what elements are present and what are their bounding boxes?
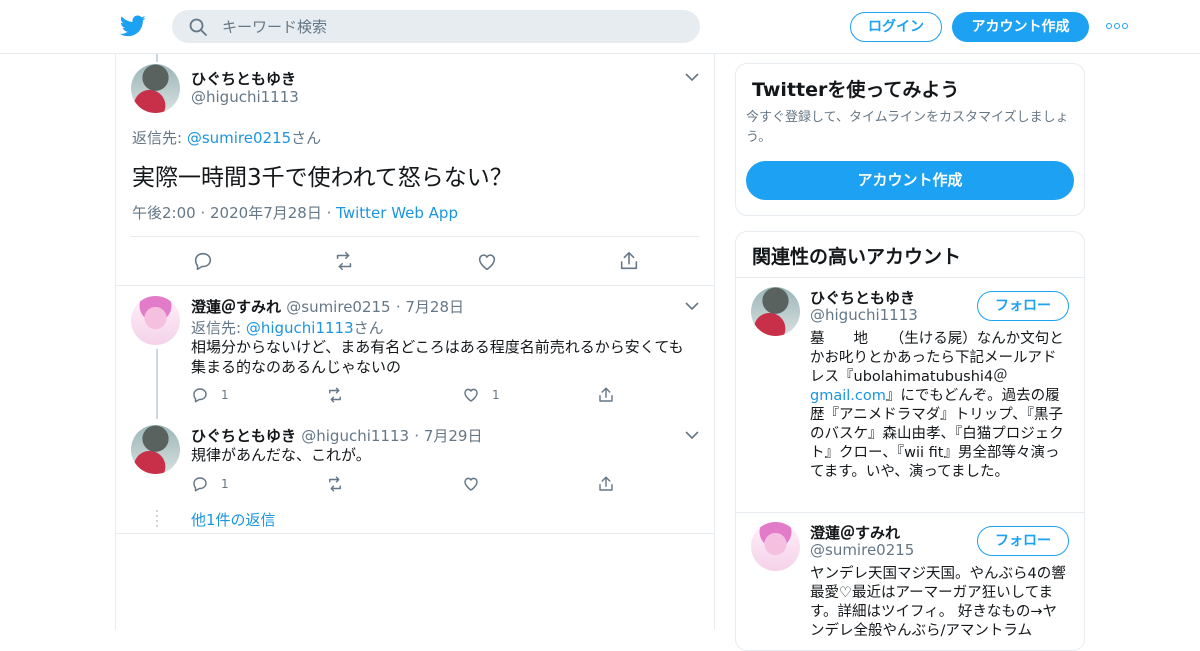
share-icon (599, 387, 613, 402)
reply-name[interactable]: ひぐちともゆき (191, 427, 296, 445)
related-accounts-title: 関連性の高いアカウント (752, 246, 962, 268)
thread-line (156, 349, 158, 419)
divider (736, 512, 1084, 513)
reply-text: 相場分からないけど、まあ有名どころはある程度名前売れるから安くても集まる的なのあ… (191, 338, 684, 376)
retweet-action[interactable] (326, 386, 356, 404)
author-name[interactable]: ひぐちともゆき (191, 68, 296, 89)
share-action[interactable] (597, 386, 627, 404)
conversation-column: ひぐちともゆき @higuchi1113 返信先: @sumire0215さん … (115, 54, 715, 630)
tweet-meta: 午後2:00 · 2020年7月28日 · Twitter Web App (132, 202, 458, 223)
signup-card-button[interactable]: アカウント作成 (746, 161, 1074, 200)
reply-icon (193, 388, 207, 403)
meta-dot: · (326, 204, 337, 222)
tweet-source[interactable]: Twitter Web App (336, 204, 458, 222)
reply-icon[interactable] (192, 250, 214, 272)
reply-to-line: 返信先: @sumire0215さん (132, 127, 321, 148)
signup-card: Twitterを使ってみよう 今すぐ登録して、タイムラインをカスタマイズしましょ… (735, 63, 1085, 216)
more-replies-link[interactable]: 他1件の返信 (191, 509, 276, 530)
reply-author-name[interactable]: 澄蓮＠すみれ @sumire0215 · 7月28日 (191, 296, 464, 317)
tweet-date[interactable]: 2020年7月28日 (210, 204, 322, 222)
share-icon (599, 476, 613, 491)
like-icon (464, 388, 478, 402)
account-name[interactable]: ひぐちともゆき (810, 287, 915, 308)
like-count: 1 (492, 388, 500, 402)
reply-count: 1 (221, 388, 229, 402)
account-name[interactable]: 澄蓮＠すみれ (810, 522, 900, 543)
avatar[interactable] (751, 522, 800, 571)
retweet-icon (329, 387, 341, 403)
reply-to-link[interactable]: @higuchi1113 (246, 319, 354, 337)
meta-dot: · (414, 427, 424, 445)
search-icon (189, 18, 207, 36)
search-input[interactable] (222, 10, 682, 43)
reply-text: 規律があんだな、これが。 (191, 446, 371, 464)
reply-handle[interactable]: @sumire0215 (286, 298, 390, 316)
signup-button[interactable]: アカウント作成 (952, 12, 1089, 42)
like-icon[interactable] (476, 251, 498, 273)
related-accounts-card: 関連性の高いアカウント ひぐちともゆき @higuchi1113 フォロー 墓 … (735, 231, 1085, 651)
more-options-icon[interactable] (1106, 22, 1130, 32)
divider (116, 533, 714, 534)
tweet-time[interactable]: 午後2:00 (132, 204, 196, 222)
signup-card-subtitle: 今すぐ登録して、タイムラインをカスタマイズしましょう。 (746, 110, 1069, 145)
reply-to-line: 返信先: @higuchi1113さん (191, 317, 384, 338)
like-icon (464, 477, 478, 491)
like-action[interactable]: 1 (462, 386, 500, 404)
like-action[interactable] (462, 475, 492, 493)
avatar[interactable] (131, 296, 180, 345)
avatar[interactable] (131, 64, 180, 113)
reply-to-suffix: さん (353, 319, 384, 337)
account-handle[interactable]: @higuchi1113 (810, 306, 918, 324)
avatar[interactable] (751, 287, 800, 336)
bio-link[interactable]: gmail.com (810, 388, 886, 404)
author-handle[interactable]: @higuchi1113 (191, 88, 299, 106)
reply-to-suffix: さん (291, 129, 322, 147)
tweet-text: 実際一時間3千で使われて怒らない？ (132, 165, 513, 191)
reply-name[interactable]: 澄蓮＠すみれ (191, 298, 281, 316)
account-bio: 墓 地 （生ける屍）なんか文句とかお叱りとかあったら下記メールアドレス『ubol… (810, 330, 1068, 482)
reply-count: 1 (221, 477, 229, 491)
thread-dots (156, 510, 158, 528)
follow-button[interactable]: フォロー (977, 291, 1069, 321)
thread-line (156, 54, 158, 62)
reply-to-link[interactable]: @sumire0215 (187, 129, 291, 147)
divider (736, 277, 1084, 278)
account-handle[interactable]: @sumire0215 (810, 541, 914, 559)
twitter-logo-icon[interactable] (120, 13, 146, 39)
reply-date[interactable]: 7月28日 (405, 298, 464, 316)
reply-action[interactable]: 1 (191, 386, 229, 404)
reply-to-prefix: 返信先: (191, 319, 246, 337)
login-button[interactable]: ログイン (850, 12, 942, 42)
follow-button[interactable]: フォロー (977, 526, 1069, 556)
search-box[interactable] (172, 10, 700, 43)
share-action[interactable] (597, 475, 627, 493)
chevron-down-icon[interactable] (685, 72, 699, 82)
signup-card-title: Twitterを使ってみよう (752, 79, 960, 101)
retweet-action[interactable] (326, 475, 356, 493)
divider (116, 285, 714, 286)
reply-date[interactable]: 7月29日 (424, 427, 483, 445)
avatar[interactable] (131, 425, 180, 474)
reply-to-prefix: 返信先: (132, 129, 187, 147)
reply-icon (193, 477, 207, 492)
retweet-icon[interactable] (333, 250, 355, 272)
meta-dot: · (200, 204, 211, 222)
reply-author-name[interactable]: ひぐちともゆき @higuchi1113 · 7月29日 (191, 425, 482, 446)
divider (130, 236, 700, 237)
meta-dot: · (395, 298, 406, 316)
chevron-down-icon[interactable] (685, 301, 699, 311)
retweet-icon (329, 476, 341, 492)
share-icon[interactable] (618, 250, 640, 272)
reply-handle[interactable]: @higuchi1113 (301, 427, 409, 445)
top-bar: ログイン アカウント作成 (0, 0, 1200, 54)
chevron-down-icon[interactable] (685, 430, 699, 440)
bio-text: 墓 地 （生ける屍）なんか文句とかお叱りとかあったら下記メールアドレス『ubol… (810, 331, 1064, 385)
reply-action[interactable]: 1 (191, 475, 229, 493)
